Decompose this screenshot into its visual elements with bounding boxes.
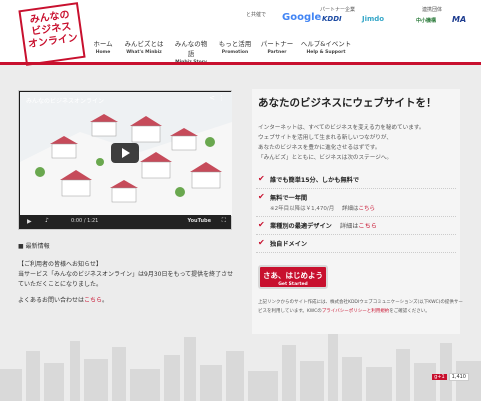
smrj-logo[interactable]: 中小機構 (416, 17, 436, 24)
feature-item: ✔ 誰でも簡単15分、しかも無料で (256, 171, 456, 189)
feature-item: ✔ 業種別の最適デザイン 詳細はこちら (256, 217, 456, 235)
nav-promotion[interactable]: もっと活用 Promotion (218, 38, 252, 62)
nav-partner[interactable]: パートナー Partner (260, 38, 294, 62)
cta-label-en: Get Started (278, 282, 308, 287)
news-contact-suffix: 。 (102, 297, 109, 304)
intro-line: インターネットは、すべてのビジネスを変える力を秘めています。 (258, 125, 425, 131)
panel-heading: あなたのビジネスにウェブサイトを！ (258, 97, 437, 109)
nav-whats-minbiz-label: みんビズとは (124, 40, 164, 48)
nav-promotion-label: もっと活用 (218, 40, 252, 48)
nav-partner-en: Partner (267, 50, 287, 55)
cohost-label: と共催で (246, 12, 267, 18)
check-icon: ✔ (258, 238, 265, 247)
fullscreen-icon[interactable]: ⛶ (222, 217, 226, 225)
volume-icon[interactable]: ♪ (45, 217, 49, 224)
nav-minbiz-story-label: みんなの物語 (174, 40, 208, 58)
feature-subtext: ※2年目以降は￥1,470/月 詳細はこちら (270, 204, 456, 212)
feature-text: 業種別の最適デザイン (270, 223, 332, 230)
video-controls: ▶ ♪ 0:00 / 1:21 YouTube ⛶ (19, 215, 231, 229)
news-contact-prefix: よくあるお問い合わせは (18, 297, 85, 304)
play-small-icon[interactable]: ▶ (27, 218, 32, 225)
social-share: g+1 1,410 (432, 373, 469, 381)
panel-intro: インターネットは、すべてのビジネスを変える力を秘めています。 ウェブサイトを活用… (258, 123, 458, 163)
nav-minbiz-story[interactable]: みんなの物語 Minbiz Story (172, 38, 210, 65)
partner-row: と共催で パートナー企業 連携団体 Google KDDI Jimdo 中小機構… (244, 6, 475, 28)
site-logo[interactable]: みんなの ビジネス オンライン (18, 2, 86, 66)
check-icon: ✔ (258, 220, 265, 229)
kwc-notice: 上記リンクからのサイト作成には、株式会社KDDIウェブコミュニケーションズ(以下… (258, 298, 463, 316)
news-body: 当サービス「みんなのビジネスオンライン」は9月30日をもって提供を終了させていた… (18, 271, 234, 288)
ma-logo[interactable]: MA (452, 15, 466, 24)
support-label: 連携団体 (422, 7, 443, 13)
video-time: 0:00 / 1:21 (71, 218, 99, 224)
notice-suffix: をご確認ください。 (389, 309, 430, 314)
check-icon: ✔ (258, 192, 265, 201)
news-contact-link[interactable]: こちら (84, 297, 102, 304)
intro-line: あなたのビジネスを豊かに進化させるはずです。 (258, 145, 381, 151)
intro-line: ウェブサイトを活用して生まれる新しいつながりが、 (258, 135, 392, 141)
news-section: ■ 最新情報 【ご利用者の皆様へお知らせ】 当サービス「みんなのビジネスオンライ… (18, 242, 238, 306)
feature-item: ✔ 無料で一年間 ※2年目以降は￥1,470/月 詳細はこちら (256, 189, 456, 217)
kddi-logo[interactable]: KDDI (322, 15, 342, 23)
feature-sub-note: ※2年目以降は￥1,470/月 (270, 206, 335, 212)
video-title: みんなのビジネスオンライン (26, 98, 105, 105)
nav-home[interactable]: ホーム Home (90, 38, 116, 65)
privacy-terms-link[interactable]: プライバシーポリシーと利用規約 (322, 309, 389, 314)
feature-text: 独自ドメイン (270, 241, 308, 248)
check-icon: ✔ (258, 174, 265, 183)
feature-list: ✔ 誰でも簡単15分、しかも無料で ✔ 無料で一年間 ※2年目以降は￥1,470… (256, 171, 456, 253)
jimdo-logo[interactable]: Jimdo (362, 15, 384, 23)
nav-home-label: ホーム (93, 40, 113, 48)
news-contact: よくあるお問い合わせはこちら。 (18, 296, 238, 306)
google-plus-button[interactable]: g+1 (432, 374, 447, 380)
nav-home-en: Home (95, 50, 111, 55)
nav-partner-label: パートナー (260, 40, 294, 48)
feature-item: ✔ 独自ドメイン (256, 235, 456, 253)
youtube-icon[interactable]: YouTube (187, 218, 211, 224)
video-player[interactable]: みんなのビジネスオンライン ▶ ♪ 0:00 / 1:21 YouTube ⛶ … (18, 90, 232, 230)
news-heading: ■ 最新情報 (18, 243, 50, 250)
share-icon[interactable]: < (209, 94, 215, 102)
google-logo[interactable]: Google (282, 12, 321, 23)
nav-whats-minbiz-en: What's Minbiz (126, 50, 162, 55)
nav-help-support[interactable]: ヘルプ&イベント Help & Support (300, 38, 352, 62)
feature-text: 誰でも簡単15分、しかも無料で (270, 177, 360, 184)
feature-detail: 詳細は (339, 223, 359, 230)
get-started-button[interactable]: さあ、はじめよう Get Started (258, 265, 328, 289)
play-icon[interactable] (111, 143, 139, 163)
nav-promotion-en: Promotion (221, 50, 249, 55)
site-header: みんなの ビジネス オンライン と共催で パートナー企業 連携団体 Google… (0, 0, 481, 66)
feature-detail: 詳細は (341, 206, 359, 212)
partner-label: パートナー企業 (320, 7, 356, 13)
header-divider (0, 62, 481, 65)
nav-help-support-label: ヘルプ&イベント (300, 40, 352, 48)
feature-detail-link[interactable]: こちら (358, 206, 375, 212)
intro-line: 「みんビズ」とともに、ビジネスは次のステージへ。 (258, 155, 392, 161)
nav-whats-minbiz[interactable]: みんビズとは What's Minbiz (124, 38, 164, 62)
google-plus-count: 1,410 (448, 373, 469, 381)
feature-detail-link[interactable]: こちら (358, 223, 377, 230)
news-notice-title: 【ご利用者の皆様へお知らせ】 (18, 261, 102, 268)
cta-label-jp: さあ、はじめよう (263, 271, 323, 280)
nav-help-support-en: Help & Support (306, 50, 346, 55)
feature-text: 無料で一年間 (270, 195, 308, 202)
more-icon[interactable]: ⋮ (218, 94, 225, 102)
